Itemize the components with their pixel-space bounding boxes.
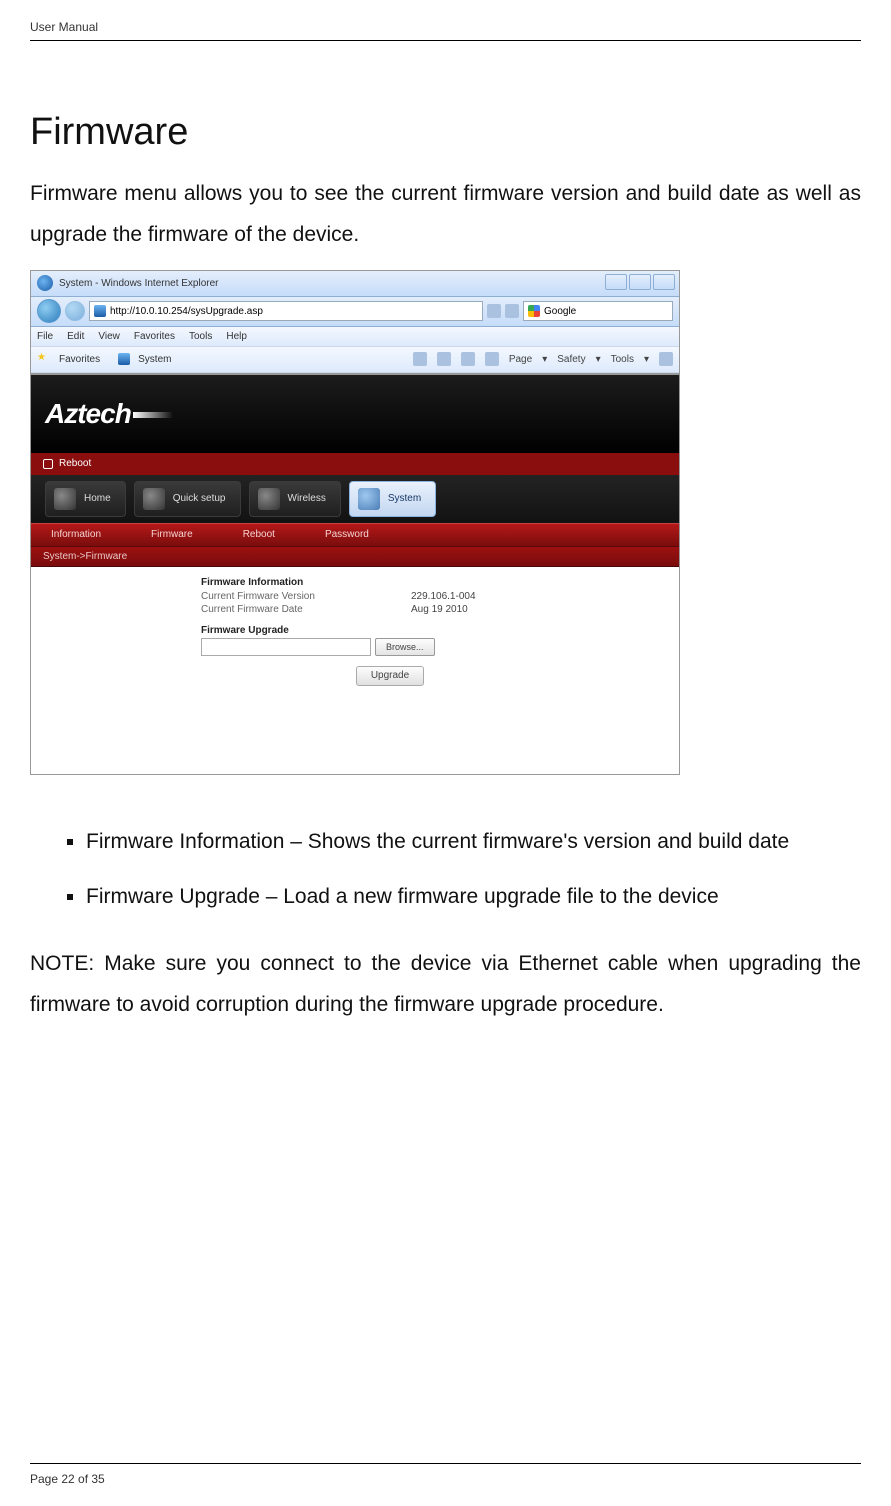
- address-field[interactable]: http://10.0.10.254/sysUpgrade.asp: [89, 301, 483, 321]
- forward-arrow-icon[interactable]: [65, 301, 85, 321]
- nav-system[interactable]: System: [349, 481, 436, 517]
- nav-quick-label: Quick setup: [173, 493, 226, 504]
- toolbar-page[interactable]: Page: [509, 354, 532, 365]
- window-title-text: System - Windows Internet Explorer: [59, 278, 219, 289]
- window-controls: [605, 274, 675, 290]
- mail-icon[interactable]: [461, 352, 475, 366]
- note-text: NOTE: Make sure you connect to the devic…: [30, 944, 861, 1026]
- favorites-label[interactable]: Favorites: [59, 354, 100, 365]
- system-icon: [358, 488, 380, 510]
- reboot-icon: [43, 459, 53, 469]
- bullet-list: Firmware Information – Shows the current…: [86, 825, 861, 914]
- sub-nav: Information Firmware Reboot Password: [31, 523, 679, 547]
- date-label: Current Firmware Date: [201, 604, 351, 615]
- aztech-logo: Aztech: [45, 398, 173, 430]
- toolbar-tools[interactable]: Tools: [611, 354, 634, 365]
- address-bar-row: http://10.0.10.254/sysUpgrade.asp Google: [31, 297, 679, 327]
- search-placeholder: Google: [544, 306, 576, 317]
- url-text: http://10.0.10.254/sysUpgrade.asp: [110, 306, 263, 317]
- reboot-strip[interactable]: Reboot: [31, 453, 679, 475]
- menu-edit[interactable]: Edit: [67, 331, 84, 342]
- quicksetup-icon: [143, 488, 165, 510]
- refresh-icon[interactable]: [487, 304, 501, 318]
- firmware-upgrade-title: Firmware Upgrade: [201, 625, 679, 636]
- page-icon: [94, 305, 106, 317]
- file-input[interactable]: [201, 638, 371, 656]
- home-icon: [54, 488, 76, 510]
- menu-bar: File Edit View Favorites Tools Help: [31, 327, 679, 347]
- nav-home[interactable]: Home: [45, 481, 126, 517]
- subnav-information[interactable]: Information: [51, 529, 101, 540]
- version-label: Current Firmware Version: [201, 591, 351, 602]
- nav-home-label: Home: [84, 493, 111, 504]
- nav-system-label: System: [388, 493, 421, 504]
- subnav-reboot[interactable]: Reboot: [243, 529, 275, 540]
- star-icon[interactable]: ★: [37, 352, 51, 366]
- browse-button[interactable]: Browse...: [375, 638, 435, 656]
- maximize-button[interactable]: [629, 274, 651, 290]
- toolbar-safety[interactable]: Safety: [557, 354, 585, 365]
- menu-tools[interactable]: Tools: [189, 331, 212, 342]
- reboot-label: Reboot: [59, 458, 91, 469]
- header-divider: [30, 40, 861, 41]
- tab-label[interactable]: System: [138, 354, 171, 365]
- version-value: 229.106.1-004: [411, 591, 476, 602]
- footer-divider: [30, 1463, 861, 1464]
- subnav-password[interactable]: Password: [325, 529, 369, 540]
- page-number: Page 22 of 35: [30, 1472, 861, 1486]
- close-button[interactable]: [653, 274, 675, 290]
- google-icon: [528, 305, 540, 317]
- search-field[interactable]: Google: [523, 301, 673, 321]
- breadcrumb: System->Firmware: [31, 547, 679, 567]
- intro-text: Firmware menu allows you to see the curr…: [30, 174, 861, 256]
- feeds-icon[interactable]: [437, 352, 451, 366]
- app-header: Aztech: [31, 375, 679, 453]
- print-icon[interactable]: [485, 352, 499, 366]
- page-title: Firmware: [30, 111, 861, 154]
- ie-icon: [37, 275, 53, 291]
- page-content: Aztech Reboot Home Quick setup Wireless …: [31, 373, 679, 774]
- back-arrow-icon[interactable]: [37, 299, 61, 323]
- tab-icon: [118, 353, 130, 365]
- favorites-bar: ★ Favorites System Page ▾ Safety ▾ Tools…: [31, 347, 679, 373]
- browser-screenshot: System - Windows Internet Explorer http:…: [30, 270, 680, 775]
- menu-view[interactable]: View: [98, 331, 120, 342]
- home-icon[interactable]: [413, 352, 427, 366]
- nav-wireless[interactable]: Wireless: [249, 481, 341, 517]
- menu-help[interactable]: Help: [226, 331, 247, 342]
- menu-file[interactable]: File: [37, 331, 53, 342]
- firmware-info-title: Firmware Information: [201, 577, 679, 588]
- nav-wireless-label: Wireless: [288, 493, 326, 504]
- minimize-button[interactable]: [605, 274, 627, 290]
- upgrade-button[interactable]: Upgrade: [356, 666, 424, 686]
- date-value: Aug 19 2010: [411, 604, 468, 615]
- menu-favorites[interactable]: Favorites: [134, 331, 175, 342]
- bullet-firmware-upgrade: Firmware Upgrade – Load a new firmware u…: [86, 880, 861, 914]
- help-icon[interactable]: [659, 352, 673, 366]
- wireless-icon: [258, 488, 280, 510]
- firmware-panel: Firmware Information Current Firmware Ve…: [31, 567, 679, 702]
- main-nav: Home Quick setup Wireless System: [31, 475, 679, 523]
- doc-header: User Manual: [30, 20, 861, 34]
- window-title-bar: System - Windows Internet Explorer: [31, 271, 679, 297]
- bullet-firmware-info: Firmware Information – Shows the current…: [86, 825, 861, 859]
- stop-icon[interactable]: [505, 304, 519, 318]
- subnav-firmware[interactable]: Firmware: [151, 529, 193, 540]
- doc-footer: Page 22 of 35: [30, 1463, 861, 1486]
- nav-quick-setup[interactable]: Quick setup: [134, 481, 241, 517]
